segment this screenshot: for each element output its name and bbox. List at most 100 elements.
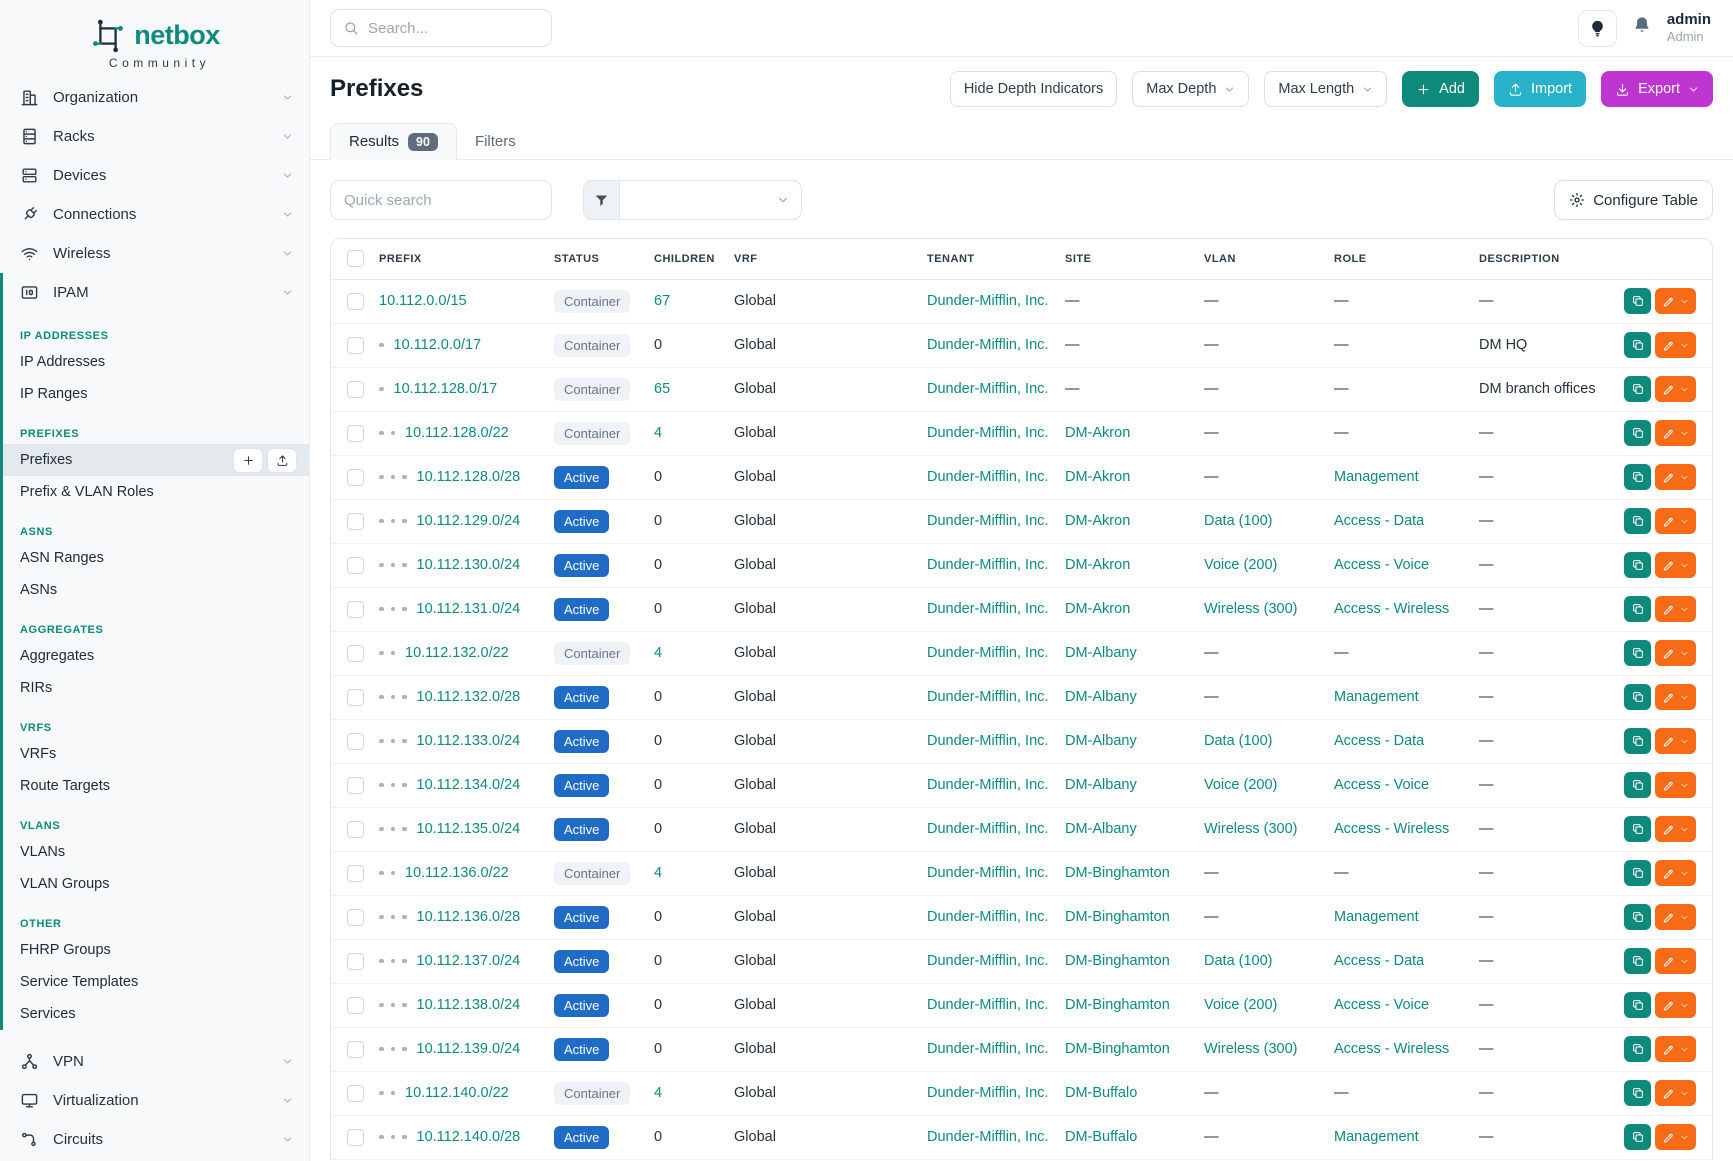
- copy-button[interactable]: [1624, 992, 1651, 1018]
- copy-button[interactable]: [1624, 772, 1651, 798]
- copy-button[interactable]: [1624, 1124, 1651, 1150]
- role-link[interactable]: Access - Wireless: [1334, 601, 1449, 617]
- edit-button[interactable]: [1655, 1036, 1696, 1062]
- vlan-link[interactable]: Voice (200): [1204, 777, 1277, 793]
- notifications-button[interactable]: [1632, 15, 1652, 41]
- edit-button[interactable]: [1655, 772, 1696, 798]
- saved-filter-select[interactable]: [619, 180, 802, 220]
- column-header-status[interactable]: STATUS: [546, 239, 646, 279]
- site-link[interactable]: DM-Binghamton: [1065, 909, 1170, 925]
- vlan-link[interactable]: Voice (200): [1204, 557, 1277, 573]
- tab-results[interactable]: Results 90: [330, 123, 457, 160]
- children-count[interactable]: 65: [654, 381, 670, 397]
- import-button[interactable]: Import: [1494, 71, 1586, 107]
- tenant-link[interactable]: Dunder-Mifflin, Inc.: [927, 689, 1048, 705]
- tenant-link[interactable]: Dunder-Mifflin, Inc.: [927, 337, 1048, 353]
- vlan-link[interactable]: Wireless (300): [1204, 1041, 1297, 1057]
- prefix-link[interactable]: 10.112.130.0/24: [417, 557, 521, 573]
- sidebar-item-vpn[interactable]: VPN: [0, 1042, 309, 1081]
- sidebar-item-prefix-vlan-roles[interactable]: Prefix & VLAN Roles: [3, 476, 309, 508]
- copy-button[interactable]: [1624, 1036, 1651, 1062]
- row-checkbox[interactable]: [347, 865, 364, 882]
- vlan-link[interactable]: Data (100): [1204, 733, 1273, 749]
- row-checkbox[interactable]: [347, 513, 364, 530]
- row-checkbox[interactable]: [347, 469, 364, 486]
- row-checkbox[interactable]: [347, 381, 364, 398]
- copy-button[interactable]: [1624, 904, 1651, 930]
- site-link[interactable]: DM-Binghamton: [1065, 865, 1170, 881]
- edit-button[interactable]: [1655, 596, 1696, 622]
- tenant-link[interactable]: Dunder-Mifflin, Inc.: [927, 469, 1048, 485]
- theme-toggle-button[interactable]: [1578, 10, 1617, 47]
- row-checkbox[interactable]: [347, 777, 364, 794]
- vlan-link[interactable]: Voice (200): [1204, 997, 1277, 1013]
- prefix-link[interactable]: 10.112.129.0/24: [417, 513, 521, 529]
- tenant-link[interactable]: Dunder-Mifflin, Inc.: [927, 557, 1048, 573]
- tenant-link[interactable]: Dunder-Mifflin, Inc.: [927, 733, 1048, 749]
- copy-button[interactable]: [1624, 332, 1651, 358]
- prefix-link[interactable]: 10.112.140.0/22: [405, 1085, 509, 1101]
- prefix-link[interactable]: 10.112.0.0/17: [394, 337, 482, 353]
- copy-button[interactable]: [1624, 728, 1651, 754]
- column-header-description[interactable]: DESCRIPTION: [1471, 239, 1601, 279]
- sidebar-item-services[interactable]: Services: [3, 998, 309, 1030]
- row-checkbox[interactable]: [347, 733, 364, 750]
- children-count[interactable]: 67: [654, 293, 670, 309]
- prefix-link[interactable]: 10.112.132.0/28: [417, 689, 521, 705]
- sidebar-item-ip-ranges[interactable]: IP Ranges: [3, 378, 309, 410]
- copy-button[interactable]: [1624, 552, 1651, 578]
- site-link[interactable]: DM-Albany: [1065, 689, 1137, 705]
- prefix-link[interactable]: 10.112.128.0/28: [417, 469, 521, 485]
- edit-button[interactable]: [1655, 332, 1696, 358]
- tenant-link[interactable]: Dunder-Mifflin, Inc.: [927, 953, 1048, 969]
- site-link[interactable]: DM-Akron: [1065, 425, 1130, 441]
- prefix-link[interactable]: 10.112.140.0/28: [417, 1129, 521, 1145]
- tenant-link[interactable]: Dunder-Mifflin, Inc.: [927, 293, 1048, 309]
- column-header-role[interactable]: ROLE: [1326, 239, 1471, 279]
- site-link[interactable]: DM-Buffalo: [1065, 1085, 1137, 1101]
- role-link[interactable]: Access - Voice: [1334, 997, 1429, 1013]
- site-link[interactable]: DM-Albany: [1065, 821, 1137, 837]
- hide-depth-indicators-button[interactable]: Hide Depth Indicators: [950, 71, 1117, 107]
- site-link[interactable]: DM-Buffalo: [1065, 1129, 1137, 1145]
- sidebar-item-fhrp-groups[interactable]: FHRP Groups: [3, 934, 309, 966]
- copy-button[interactable]: [1624, 420, 1651, 446]
- tenant-link[interactable]: Dunder-Mifflin, Inc.: [927, 425, 1048, 441]
- sidebar-item-prefixes[interactable]: Prefixes: [3, 444, 309, 476]
- vlan-link[interactable]: Data (100): [1204, 953, 1273, 969]
- sidebar-item-racks[interactable]: Racks: [0, 117, 309, 156]
- role-link[interactable]: Access - Data: [1334, 513, 1424, 529]
- sidebar-item-circuits[interactable]: Circuits: [0, 1120, 309, 1159]
- site-link[interactable]: DM-Albany: [1065, 733, 1137, 749]
- tenant-link[interactable]: Dunder-Mifflin, Inc.: [927, 909, 1048, 925]
- edit-button[interactable]: [1655, 728, 1696, 754]
- tenant-link[interactable]: Dunder-Mifflin, Inc.: [927, 1041, 1048, 1057]
- role-link[interactable]: Access - Data: [1334, 953, 1424, 969]
- export-dropdown[interactable]: Export: [1601, 71, 1713, 107]
- sidebar-item-ipam[interactable]: IPAM: [3, 273, 309, 312]
- edit-button[interactable]: [1655, 860, 1696, 886]
- sidebar-item-aggregates[interactable]: Aggregates: [3, 640, 309, 672]
- row-checkbox[interactable]: [347, 953, 364, 970]
- sidebar-item-devices[interactable]: Devices: [0, 156, 309, 195]
- prefix-link[interactable]: 10.112.131.0/24: [417, 601, 521, 617]
- sidebar-item-vlan-groups[interactable]: VLAN Groups: [3, 868, 309, 900]
- row-checkbox[interactable]: [347, 997, 364, 1014]
- role-link[interactable]: Management: [1334, 909, 1419, 925]
- copy-button[interactable]: [1624, 596, 1651, 622]
- copy-button[interactable]: [1624, 288, 1651, 314]
- row-checkbox[interactable]: [347, 1129, 364, 1146]
- select-all-checkbox[interactable]: [347, 250, 364, 267]
- tenant-link[interactable]: Dunder-Mifflin, Inc.: [927, 777, 1048, 793]
- row-checkbox[interactable]: [347, 821, 364, 838]
- edit-button[interactable]: [1655, 376, 1696, 402]
- role-link[interactable]: Management: [1334, 1129, 1419, 1145]
- prefix-link[interactable]: 10.112.136.0/22: [405, 865, 509, 881]
- edit-button[interactable]: [1655, 640, 1696, 666]
- global-search[interactable]: [330, 9, 552, 47]
- prefix-link[interactable]: 10.112.134.0/24: [417, 777, 521, 793]
- column-header-children[interactable]: CHILDREN: [646, 239, 726, 279]
- site-link[interactable]: DM-Binghamton: [1065, 1041, 1170, 1057]
- edit-button[interactable]: [1655, 508, 1696, 534]
- add-button[interactable]: Add: [1402, 71, 1479, 107]
